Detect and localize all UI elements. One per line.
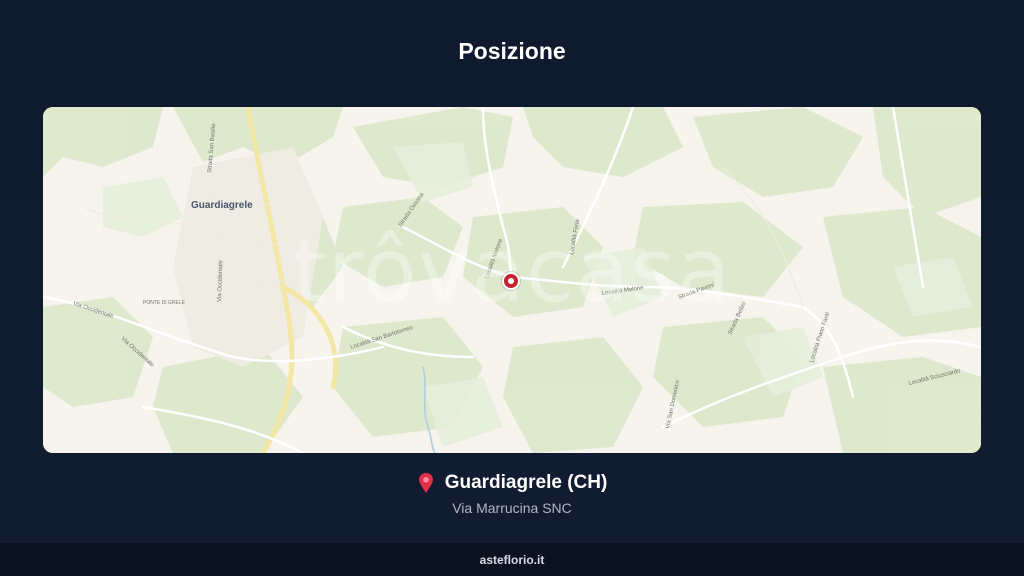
map-pin-icon <box>417 472 435 494</box>
location-marker-icon[interactable] <box>502 272 520 290</box>
location-name: Guardiagrele (CH) <box>444 472 608 493</box>
location-row: Guardiagrele (CH) <box>0 472 1024 494</box>
location-address: Via Marrucina SNC <box>452 500 572 516</box>
footer: asteflorio.it <box>0 543 1024 576</box>
page-title: Posizione <box>458 38 566 64</box>
map-view[interactable]: Guardiagrele Via Occidentale Via Occiden… <box>43 107 981 453</box>
map-label-town: Guardiagrele <box>191 200 253 211</box>
footer-brand-link[interactable]: asteflorio.it <box>480 553 545 567</box>
map-label-ponte-di-grele: PONTE DI GRELE <box>143 300 186 306</box>
